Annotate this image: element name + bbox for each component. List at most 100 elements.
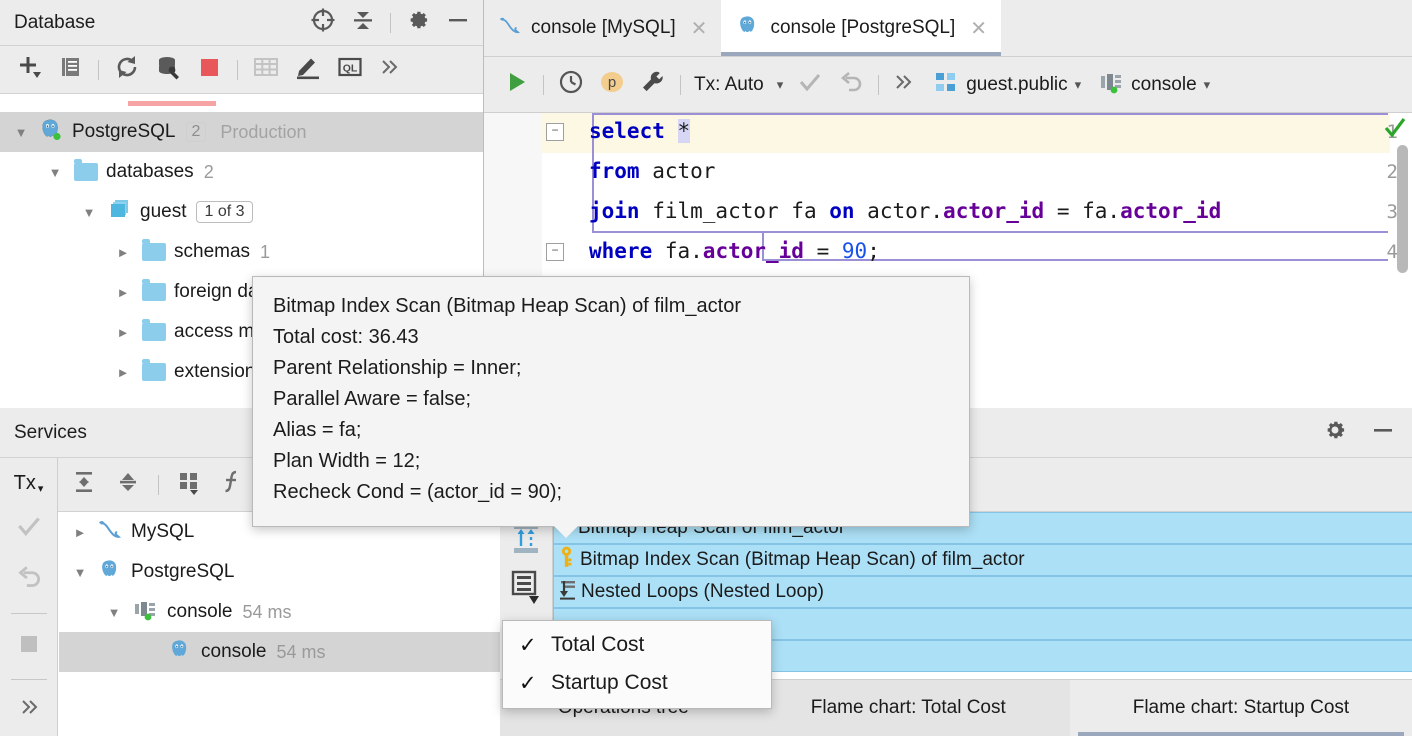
chevron-down-icon[interactable]: ▼ (8, 125, 34, 140)
menu-item-startup-cost[interactable]: ✓ Startup Cost (503, 664, 771, 702)
postgresql-icon (167, 637, 193, 667)
tree-label-schemas: schemas (174, 241, 250, 263)
expand-collapse-icon[interactable] (510, 522, 542, 561)
tree-item-databases[interactable]: ▼ databases 2 (0, 152, 483, 192)
history-icon[interactable] (557, 68, 585, 101)
session-selector[interactable]: console ▾ (1098, 69, 1210, 101)
editor-tab-bar: console [MySQL] ✕ console [PostgreSQL] ✕ (484, 0, 1412, 57)
fold-toggle-icon[interactable]: − (546, 243, 564, 261)
tab-console-postgresql[interactable]: console [PostgreSQL] ✕ (721, 0, 1001, 56)
chevron-down-icon[interactable]: ▼ (76, 205, 102, 220)
plan-tab-flame-total-cost[interactable]: Flame chart: Total Cost (747, 680, 1070, 736)
run-icon[interactable] (502, 68, 530, 101)
folder-icon (142, 283, 166, 301)
tooltip-line-0: Bitmap Index Scan (Bitmap Heap Scan) of … (273, 291, 949, 322)
tx-mode-label[interactable]: Tx: Auto (694, 74, 764, 96)
chevron-down-icon[interactable]: ▾ (1075, 77, 1082, 93)
tab-console-mysql[interactable]: console [MySQL] ✕ (484, 0, 721, 56)
check-icon: ✓ (519, 671, 537, 696)
database-tools-icon[interactable] (155, 53, 183, 86)
tree-item-guest[interactable]: ▼ guest 1 of 3 (0, 192, 483, 232)
chevron-down-icon[interactable]: ▾ (1204, 77, 1211, 93)
editor-scrollbar[interactable] (1397, 145, 1408, 273)
chevron-down-icon[interactable]: ▼ (101, 605, 127, 620)
services-time-console-result: 54 ms (277, 642, 326, 663)
tree-item-postgresql[interactable]: ▼ PostgreSQL 2 Production (0, 112, 483, 152)
chevron-right-icon[interactable]: ► (110, 365, 136, 380)
expand-all-icon[interactable] (70, 468, 98, 501)
toolbar-divider (390, 13, 391, 33)
chevron-down-icon[interactable]: ▾ (777, 77, 784, 93)
tree-count-postgresql: 2 (186, 122, 207, 142)
collapse-all-icon[interactable] (114, 468, 142, 501)
database-window-title: Database (14, 12, 310, 34)
close-icon[interactable]: ✕ (970, 16, 987, 41)
plan-tab-flame-startup-cost[interactable]: Flame chart: Startup Cost (1070, 680, 1412, 736)
schema-label: guest.public (966, 74, 1067, 96)
more-icon[interactable] (892, 71, 914, 98)
database-stack-icon (108, 198, 132, 226)
ql-console-icon[interactable]: QL (336, 53, 364, 86)
duplicate-icon[interactable] (58, 54, 84, 85)
more-icon[interactable] (378, 56, 400, 83)
target-icon[interactable] (310, 7, 336, 38)
flame-bar-1[interactable]: Bitmap Index Scan (Bitmap Heap Scan) of … (553, 544, 1412, 576)
services-tree[interactable]: ► MySQL ▼ PostgreSQL ▼ console 54 ms (59, 512, 501, 736)
tx-rail-label[interactable]: Tx▾ (14, 472, 44, 495)
services-item-postgresql[interactable]: ▼ PostgreSQL (59, 552, 500, 592)
add-icon[interactable] (16, 53, 44, 86)
plan-tab-label-flame-total-cost: Flame chart: Total Cost (811, 697, 1006, 719)
chevron-down-icon[interactable]: ▼ (67, 565, 93, 580)
chevron-down-icon[interactable]: ▼ (42, 165, 68, 180)
services-label-console-session: console (167, 601, 233, 623)
filter-icon[interactable] (219, 468, 245, 501)
fold-toggle-icon[interactable]: − (546, 123, 564, 141)
stop-icon[interactable] (197, 54, 223, 85)
postgresql-icon (735, 13, 761, 43)
chevron-right-icon[interactable]: ► (110, 325, 136, 340)
tooltip-line-6: Recheck Cond = (actor_id = 90); (273, 477, 949, 508)
code-line-1: select * (589, 119, 690, 143)
svg-text:p: p (608, 74, 616, 91)
wrench-icon[interactable] (639, 68, 667, 101)
session-label: console (1131, 74, 1197, 96)
minimize-icon[interactable] (1370, 417, 1396, 448)
gear-icon[interactable] (405, 7, 431, 38)
commit-icon (14, 511, 44, 546)
table-icon (252, 53, 280, 86)
refresh-icon[interactable] (113, 53, 141, 86)
group-by-icon[interactable] (175, 468, 203, 501)
gear-icon[interactable] (1322, 417, 1348, 448)
schema-selector[interactable]: guest.public ▾ (933, 69, 1081, 101)
tree-item-schemas[interactable]: ► schemas 1 (0, 232, 483, 272)
postgresql-icon (38, 116, 64, 148)
services-item-console-session[interactable]: ▼ console 54 ms (59, 592, 500, 632)
collapse-all-icon[interactable] (350, 7, 376, 38)
services-item-console-result[interactable]: console 54 ms (59, 632, 500, 672)
check-icon: ✓ (519, 633, 537, 658)
list-view-icon[interactable] (510, 570, 544, 611)
folder-icon (142, 243, 166, 261)
rail-divider (11, 679, 47, 680)
edit-icon[interactable] (294, 53, 322, 86)
close-icon[interactable]: ✕ (691, 16, 708, 41)
checkmark-icon[interactable] (1382, 115, 1408, 146)
mysql-icon (498, 14, 522, 42)
plan-node-tooltip: Bitmap Index Scan (Bitmap Heap Scan) of … (252, 276, 970, 527)
editor-run-toolbar: p Tx: Auto ▾ guest.public ▾ co (484, 57, 1412, 113)
chevron-right-icon[interactable]: ► (67, 525, 93, 540)
mysql-icon (97, 517, 123, 547)
minimize-icon[interactable] (445, 7, 471, 38)
nested-loop-icon (558, 578, 578, 606)
flame-bar-2[interactable]: Nested Loops (Nested Loop) (553, 576, 1412, 608)
menu-item-total-cost[interactable]: ✓ Total Cost (503, 626, 771, 664)
chevron-right-icon[interactable]: ► (110, 245, 136, 260)
cost-options-menu[interactable]: ✓ Total Cost ✓ Startup Cost (502, 620, 772, 709)
chevron-right-icon[interactable]: ► (110, 285, 136, 300)
p-badge-icon[interactable]: p (598, 68, 626, 101)
more-icon[interactable] (17, 696, 41, 723)
tooltip-line-2: Parent Relationship = Inner; (273, 353, 949, 384)
services-label-postgresql: PostgreSQL (131, 561, 235, 583)
session-icon (133, 596, 159, 628)
database-window-header: Database (0, 0, 483, 46)
